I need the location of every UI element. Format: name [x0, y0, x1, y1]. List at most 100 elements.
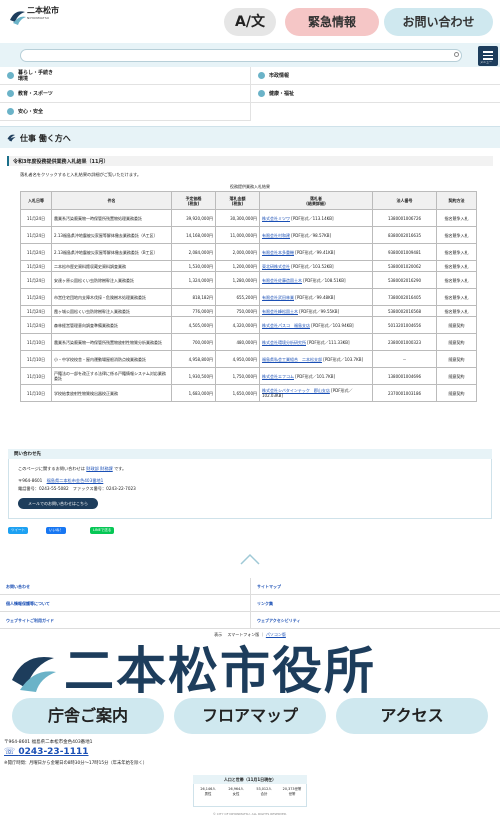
category-health[interactable]: 健康・福祉 [251, 85, 500, 103]
category-label: 教育・スポーツ [18, 90, 53, 97]
building-guide-button[interactable]: 庁舎ご案内 [12, 698, 164, 734]
footer-phone-link[interactable]: ☏ 0243-23-1111 [4, 747, 88, 757]
results-table: 入札日等 件名 予定価格 (税抜) 落札金額 (税抜) 落札者 (結果詳細) 法… [20, 191, 477, 402]
cell-estimate: 700,000円 [171, 333, 216, 351]
line-share-button[interactable]: LINEで送る [90, 527, 115, 534]
file-info: [PDF形式／101.7KB] [295, 373, 336, 379]
copyright: © CITY OF NIHONMATSU. ALL RIGHTS RESERVE… [212, 812, 288, 816]
language-button[interactable]: A/文 [224, 8, 276, 36]
cell-date: 11月24日 [20, 305, 52, 317]
table-row: 11月24日 農業系汚染廃棄物一時保管所残置物処理業務委託 39,920,000円 3… [20, 209, 477, 227]
city-logo-icon[interactable] [7, 6, 29, 28]
population-female: 26,964人 女性 [222, 787, 250, 797]
access-button[interactable]: アクセス [336, 698, 488, 734]
winner-link[interactable]: 株式会社ミツワ [262, 216, 290, 221]
facebook-like-button[interactable]: いいね！ [46, 527, 66, 534]
cell-corp-number: 2380001000323 [372, 333, 437, 351]
table-row: 11月24日 森林経営管理意向調査準備業務委託 4,505,000円 4,320,00… [20, 316, 477, 334]
cell-method: 指名競争入札 [436, 260, 477, 272]
cell-bid: 1,650,000円 [215, 384, 260, 402]
cell-date: 11月24日 [20, 260, 52, 272]
cell-date: 11月10日 [20, 384, 52, 402]
cell-name: 森林経営管理意向調査準備業務委託 [51, 316, 172, 334]
winner-link[interactable]: 東北研株式会社 [262, 264, 290, 269]
cell-winner: 有限会社本多重機 [PDF形式／99.41KB] [259, 243, 373, 261]
cell-method: 随意契約 [436, 316, 477, 334]
winner-link[interactable]: 福島県私会工業組合 二本松支部 [262, 357, 322, 362]
cell-bid: 2,000,000円 [215, 243, 260, 261]
footer-link-sitemap[interactable]: サイトマップ [251, 578, 500, 595]
address-link[interactable]: 福島県二本松市金色403番地1 [47, 478, 104, 483]
cell-corp-number: 5380002016568 [372, 305, 437, 317]
category-living[interactable]: 暮らし・手続き 環境 [0, 67, 250, 85]
pc-view-link[interactable]: パソコン版 [266, 632, 286, 637]
population-label: 女性 [232, 792, 240, 796]
inquiry-lead: このページに関するお問い合わせは 財政部 財務課 です。 [18, 466, 126, 472]
winner-link[interactable]: 株式会社パスコ 福島支店 [262, 323, 310, 328]
file-info: [PDF形式／98.57KB] [291, 232, 332, 238]
footer-address: 〒964-8601 福島県二本松市金色403番地1 [4, 740, 93, 745]
category-education[interactable]: 教育・スポーツ [0, 85, 250, 103]
city-info-icon [258, 72, 265, 79]
file-info: [PDF形式／99.48KB] [295, 294, 336, 300]
cell-bid: 1,280,000円 [215, 271, 260, 289]
cell-bid: 11,000,000円 [215, 226, 260, 244]
winner-link[interactable]: 有限会社峰松園土木 [262, 309, 298, 314]
site-logo-text[interactable]: 二本松市 [27, 7, 59, 15]
footer-link-links[interactable]: リンク集 [251, 595, 500, 612]
cell-name: 小・中学校校舎・屋内運動場屋根消防点検業務委託 [51, 350, 172, 368]
category-city-info[interactable]: 市政情報 [251, 67, 500, 85]
file-info: [PDF形式／103.52KB] [291, 263, 334, 269]
winner-link[interactable]: 株式会社エフコム [262, 374, 294, 379]
winner-link[interactable]: 株式会社環境分析研究所 [262, 340, 306, 345]
cell-estimate: 4,958,800円 [171, 350, 216, 368]
health-icon [258, 90, 265, 97]
page-top-icon[interactable] [239, 553, 261, 565]
smartphone-view-link[interactable]: スマートフォン版 [227, 632, 259, 637]
menu-button[interactable]: メニュー [478, 46, 498, 66]
emergency-info-button[interactable]: 緊急情報 [285, 8, 379, 36]
cell-method: 随意契約 [436, 333, 477, 351]
population-total: 53,012人 合計 [250, 787, 278, 797]
table-row: 11月24日 霞ヶ城公園松くい虫防除樹幹注入業務委託 776,000円 750,000… [20, 305, 477, 317]
cell-date: 11月10日 [20, 350, 52, 368]
cell-corp-number: 5013201004656 [372, 316, 437, 334]
cell-name: 戸籍法の一部を改正する法律に係る戸籍情報システム対応業務委託 [51, 367, 172, 385]
menu-label: メニュー [480, 60, 493, 64]
search-icon[interactable] [454, 52, 459, 57]
cell-corp-number: － [372, 350, 437, 368]
contact-button[interactable]: お問い合わせ [384, 8, 493, 36]
category-safety[interactable]: 安心・安全 [0, 103, 250, 121]
footer-link-accessibility[interactable]: ウェブアクセシビリティ [251, 612, 500, 629]
footer-link-guide[interactable]: ウェブサイトご利用ガイド [0, 612, 250, 629]
table-row: 11月24日 二本松市歴史資料館収蔵史資料調査業務 1,530,000円 1,200,… [20, 260, 477, 272]
column-header: 件名 [51, 191, 172, 210]
footer-link-privacy[interactable]: 個人情報保護等について [0, 595, 250, 612]
inquiry-title: 問い合わせ先 [14, 452, 41, 457]
department-link[interactable]: 財政部 財務課 [86, 466, 112, 471]
table-header-row: 入札日等 件名 予定価格 (税抜) 落札金額 (税抜) 落札者 (結果詳細) 法… [20, 191, 477, 210]
footer-link-contact[interactable]: お問い合わせ [0, 578, 250, 595]
category-label: 健康・福祉 [269, 90, 295, 97]
population-households: 20,373世帯 世帯 [278, 787, 306, 797]
view-switch-prefix: 表示 [214, 632, 223, 637]
inquiry-lead-text: このページに関するお問い合わせは [18, 466, 85, 471]
search-input[interactable] [20, 49, 462, 62]
cell-winner: 株式会社ミツワ [PDF形式／113.14KB] [259, 209, 373, 227]
floor-map-button[interactable]: フロアマップ [174, 698, 326, 734]
cell-date: 11月24日 [20, 243, 52, 261]
winner-link[interactable]: 有限会社佐藤造園土木 [262, 278, 302, 283]
winner-link[interactable]: 有限会社武田林業 [262, 295, 294, 300]
mail-inquiry-button[interactable]: メールでのお問い合わせはこちら [18, 498, 98, 509]
tweet-button[interactable]: ツイート [8, 527, 28, 534]
column-header: 法人番号 [372, 191, 437, 210]
cell-method: 指名競争入札 [436, 209, 477, 227]
cell-bid: 1,200,000円 [215, 260, 260, 272]
cell-estimate: 818,182円 [171, 288, 216, 306]
winner-link[interactable]: 有限会社本多重機 [262, 250, 294, 255]
site-logo-subtext: NIHONMATSU [27, 16, 50, 20]
cell-estimate: 1,530,000円 [171, 260, 216, 272]
file-info: [PDF形式／103.7KB] [323, 356, 364, 362]
winner-link[interactable]: 有限会社村和建 [262, 233, 290, 238]
education-icon [7, 90, 14, 97]
